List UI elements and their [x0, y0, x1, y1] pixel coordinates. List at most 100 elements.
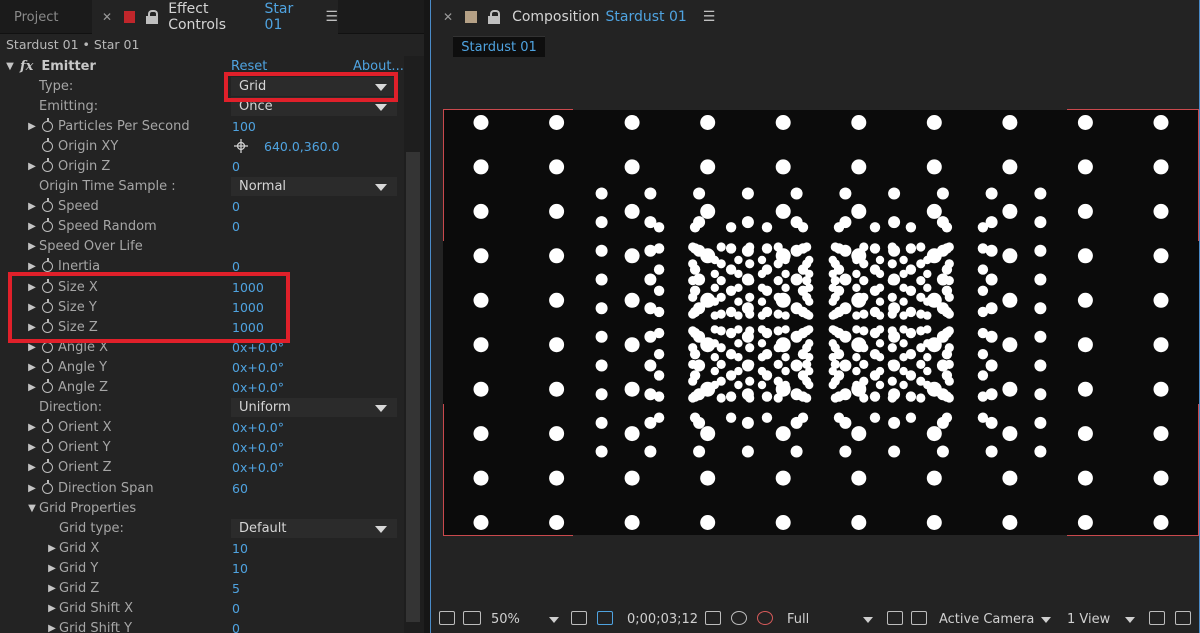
prop-value[interactable]: 0: [232, 159, 240, 174]
stopwatch-icon[interactable]: [42, 198, 53, 213]
particle: [549, 248, 565, 264]
expand-triangle-icon[interactable]: ▼: [26, 503, 38, 514]
pixel-aspect-icon[interactable]: [1149, 611, 1165, 625]
resolution-dropdown[interactable]: Full: [787, 612, 809, 627]
comp-tab-stardust[interactable]: Stardust 01: [453, 36, 545, 57]
effect-controls-panel: Project ✕ Effect Controls Star 01 ☰ Star…: [0, 0, 424, 633]
camera-arrow-icon[interactable]: [1041, 617, 1051, 623]
camera-snapshot-icon[interactable]: [705, 611, 721, 625]
timecode[interactable]: 0;00;03;12: [627, 612, 698, 627]
expand-triangle-icon[interactable]: ▶: [26, 261, 38, 272]
stopwatch-icon[interactable]: [42, 379, 53, 394]
particle: [1034, 330, 1047, 343]
particle: [710, 297, 719, 306]
toggle-transparency-icon[interactable]: [911, 611, 927, 625]
close-icon[interactable]: ✕: [443, 10, 453, 24]
region-of-interest-icon[interactable]: [571, 611, 587, 625]
expand-triangle-icon[interactable]: ▶: [26, 462, 38, 473]
particle: [725, 222, 737, 233]
expand-triangle-icon[interactable]: ▶: [26, 121, 38, 132]
particle: [1034, 388, 1047, 401]
prop-value[interactable]: 10: [232, 541, 248, 556]
zoom-dropdown[interactable]: 50%: [491, 612, 520, 627]
tab-composition[interactable]: ✕ Composition Stardust 01 ☰: [431, 0, 715, 34]
prop-value[interactable]: 0: [232, 601, 240, 616]
expand-triangle-icon[interactable]: ▶: [26, 442, 38, 453]
prop-value[interactable]: 0: [232, 199, 240, 214]
prop-value[interactable]: 5: [232, 581, 240, 596]
particle: [944, 242, 954, 252]
scrollbar-thumb[interactable]: [406, 152, 420, 622]
always-preview-icon[interactable]: [439, 611, 455, 625]
expand-triangle-icon[interactable]: ▶: [26, 161, 38, 172]
monitor-icon[interactable]: [463, 611, 481, 625]
expand-triangle-icon[interactable]: ▶: [26, 241, 38, 252]
prop-value[interactable]: 0x+0.0°: [232, 380, 284, 395]
crosshair-icon[interactable]: [234, 139, 248, 154]
prop-value[interactable]: 100: [232, 119, 256, 134]
stopwatch-icon[interactable]: [42, 459, 53, 474]
expand-triangle-icon[interactable]: ▶: [26, 422, 38, 433]
panel-menu-icon[interactable]: ☰: [703, 9, 716, 25]
stopwatch-icon[interactable]: [42, 117, 53, 132]
prop-value[interactable]: 640.0,360.0: [264, 139, 340, 154]
prop-value[interactable]: 10: [232, 561, 248, 576]
prop-value[interactable]: 0: [232, 621, 240, 633]
color-channels-icon[interactable]: [757, 611, 773, 625]
view-layout-dropdown[interactable]: 1 View: [1067, 612, 1110, 627]
expand-triangle-icon[interactable]: ▶: [46, 583, 58, 594]
composition-viewer[interactable]: [443, 110, 1199, 535]
stopwatch-icon[interactable]: [42, 158, 53, 173]
stopwatch-icon[interactable]: [42, 258, 53, 273]
stopwatch-icon[interactable]: [42, 419, 53, 434]
transparency-grid-icon[interactable]: [597, 611, 613, 625]
lock-icon[interactable]: [488, 10, 501, 24]
show-snapshot-icon[interactable]: [731, 611, 747, 625]
particle: [852, 353, 861, 362]
particle: [875, 380, 885, 390]
stopwatch-icon[interactable]: [42, 137, 53, 152]
prop-value[interactable]: 60: [232, 481, 248, 496]
stopwatch-icon[interactable]: [42, 338, 53, 353]
particle: [899, 255, 908, 265]
grid-type-dropdown[interactable]: Default: [231, 518, 397, 538]
expand-triangle-icon[interactable]: ▶: [26, 382, 38, 393]
expand-triangle-icon[interactable]: ▶: [26, 201, 38, 212]
expand-triangle-icon[interactable]: ▶: [46, 603, 58, 614]
expand-triangle-icon[interactable]: ▶: [26, 483, 38, 494]
direction-dropdown[interactable]: Uniform: [231, 398, 397, 418]
tab-project[interactable]: Project: [0, 0, 92, 34]
prop-value[interactable]: 0: [232, 219, 240, 234]
panel-menu-icon[interactable]: ☰: [325, 9, 338, 25]
fast-preview-icon[interactable]: [887, 611, 903, 625]
origin-time-sample-dropdown[interactable]: Normal: [231, 177, 397, 197]
prop-value[interactable]: 0x+0.0°: [232, 360, 284, 375]
stopwatch-icon[interactable]: [42, 439, 53, 454]
reset-exposure-icon[interactable]: [1175, 611, 1191, 625]
particle: [830, 242, 840, 252]
prop-value[interactable]: 0x+0.0°: [232, 440, 284, 455]
tab-effect-controls[interactable]: ✕ Effect Controls Star 01 ☰: [92, 0, 338, 34]
zoom-arrow-icon[interactable]: [549, 617, 559, 623]
particle: [1002, 426, 1018, 442]
stopwatch-icon[interactable]: [42, 218, 53, 233]
close-icon[interactable]: ✕: [102, 10, 112, 24]
particle: [716, 359, 726, 369]
expand-triangle-icon[interactable]: ▶: [26, 221, 38, 232]
fx-icon[interactable]: fx: [20, 59, 33, 74]
expand-triangle-icon[interactable]: ▼: [4, 61, 16, 72]
prop-value[interactable]: 0x+0.0°: [232, 460, 284, 475]
expand-triangle-icon[interactable]: ▶: [46, 623, 58, 633]
stopwatch-icon[interactable]: [42, 479, 53, 494]
expand-triangle-icon[interactable]: ▶: [26, 362, 38, 373]
prop-value[interactable]: 0x+0.0°: [232, 420, 284, 435]
expand-triangle-icon[interactable]: ▶: [26, 342, 38, 353]
resolution-arrow-icon[interactable]: [863, 617, 873, 623]
camera-dropdown[interactable]: Active Camera: [939, 612, 1034, 627]
expand-triangle-icon[interactable]: ▶: [46, 563, 58, 574]
view-layout-arrow-icon[interactable]: [1125, 617, 1135, 623]
lock-icon[interactable]: [145, 10, 158, 24]
particle: [761, 222, 773, 233]
expand-triangle-icon[interactable]: ▶: [46, 543, 58, 554]
stopwatch-icon[interactable]: [42, 358, 53, 373]
